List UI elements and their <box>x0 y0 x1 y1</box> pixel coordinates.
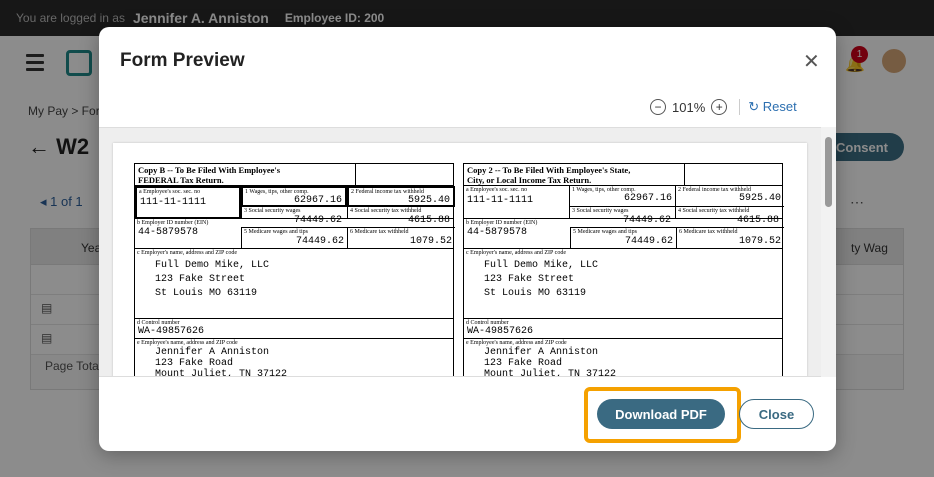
ein-value: 44-5879578 <box>138 227 199 238</box>
box1-value: 62967.16 <box>623 193 672 204</box>
box4-value: 4615.88 <box>736 215 779 226</box>
zoom-level: 101% <box>672 99 706 115</box>
box6-value: 1079.52 <box>409 236 452 247</box>
employee-line1: Jennifer A Anniston <box>484 347 599 358</box>
box5-cell: 5 Medicare wages and tips 74449.62 <box>570 227 676 249</box>
employer-lines: Full Demo Mike, LLC 123 Fake Street St L… <box>484 259 598 301</box>
box2-value: 5925.40 <box>738 193 781 204</box>
form-preview-dialog: Form Preview ✕ − 101% + ↻ Reset Copy B -… <box>99 27 836 451</box>
box6-cell: 6 Medicare tax withheld 1079.52 <box>676 227 784 249</box>
box4-label: 4 Social security tax withheld <box>350 208 422 214</box>
employer-label: c Employer's name, address and ZIP code <box>466 250 566 256</box>
copy-2-title: Copy 2 -- To Be Filed With Employee's St… <box>464 164 782 186</box>
ein-label: b Employer ID number (EIN) <box>466 220 538 226</box>
ssn-label: a Employee's soc. sec. no <box>466 187 528 193</box>
employer-line2: 123 Fake Street <box>484 274 575 285</box>
box6-cell: 6 Medicare tax withheld 1079.52 <box>347 227 455 249</box>
employee-lines: Jennifer A Anniston 123 Fake Road Mount … <box>155 347 288 377</box>
employee-address: e Employee's name, address and ZIP code … <box>135 339 453 377</box>
ein-value: 44-5879578 <box>467 227 528 238</box>
ssn-value: 111-11-1111 <box>140 197 207 208</box>
box1-value: 62967.16 <box>293 195 342 206</box>
zoom-out-icon[interactable]: − <box>650 99 666 115</box>
control-number: d Control number WA-49857626 <box>464 319 782 339</box>
employer-lines: Full Demo Mike, LLC 123 Fake Street St L… <box>155 259 269 301</box>
employee-line2: 123 Fake Road <box>484 358 563 369</box>
employee-label: e Employee's name, address and ZIP code <box>137 340 238 346</box>
reset-button[interactable]: ↻ Reset <box>739 99 797 115</box>
dialog-title: Form Preview <box>120 50 245 71</box>
box4-label: 4 Social security tax withheld <box>678 208 750 214</box>
ein-cell: b Employer ID number (EIN) 44-5879578 <box>135 219 241 249</box>
employer-address: c Employer's name, address and ZIP code … <box>135 249 453 319</box>
employer-label: c Employer's name, address and ZIP code <box>137 250 237 256</box>
row-ein-medicare: b Employer ID number (EIN) 44-5879578 74… <box>135 215 455 249</box>
employer-line2: 123 Fake Street <box>155 274 246 285</box>
scroll-thumb[interactable] <box>825 137 832 207</box>
box2-cell: 2 Federal income tax withheld 5925.40 <box>676 186 784 207</box>
box6-label: 6 Medicare tax withheld <box>350 229 409 235</box>
close-button[interactable]: Close <box>739 399 814 429</box>
employee-label: e Employee's name, address and ZIP code <box>466 340 567 346</box>
download-pdf-button[interactable]: Download PDF <box>597 399 725 429</box>
close-icon[interactable]: ✕ <box>803 49 820 74</box>
box6-value: 1079.52 <box>738 236 781 247</box>
control-value: WA-49857626 <box>138 326 205 337</box>
employee-line3: Mount Juliet, TN 37122 <box>484 369 617 377</box>
zoom-controls: − 101% + ↻ Reset <box>644 97 797 117</box>
void-box <box>684 164 782 185</box>
box3-value: 74449.62 <box>622 215 671 226</box>
ein-cell: b Employer ID number (EIN) 44-5879578 <box>464 219 570 249</box>
box2-cell: 2 Federal income tax withheld 5925.40 <box>347 186 455 207</box>
void-box <box>355 164 453 185</box>
employer-line3: St Louis MO 63119 <box>155 288 258 299</box>
reset-label: Reset <box>762 99 797 114</box>
viewer-scrollbar[interactable] <box>821 127 836 377</box>
employee-lines: Jennifer A Anniston 123 Fake Road Mount … <box>484 347 617 377</box>
ssn-cell: a Employee's soc. sec. no 111-11-1111 <box>464 186 570 219</box>
ssn-cell: a Employee's soc. sec. no 111-11-1111 <box>135 186 241 219</box>
box6-label: 6 Medicare tax withheld <box>679 229 738 235</box>
ein-label: b Employer ID number (EIN) <box>137 220 209 226</box>
box2-value: 5925.40 <box>407 195 450 206</box>
employer-address: c Employer's name, address and ZIP code … <box>464 249 782 319</box>
box3-value: 74449.62 <box>293 215 342 226</box>
box4-value: 4615.88 <box>407 215 450 226</box>
box3-label: 3 Social security wages <box>572 208 629 214</box>
copy-b-title: Copy B -- To Be Filed With Employee's FE… <box>135 164 453 186</box>
w2-page: Copy B -- To Be Filed With Employee's FE… <box>113 143 807 377</box>
box1-cell: 1 Wages, tips, other comp. 62967.16 <box>241 186 347 207</box>
employer-line1: Full Demo Mike, LLC <box>484 260 599 271</box>
copy-2: Copy 2 -- To Be Filed With Employee's St… <box>463 163 784 377</box>
document-viewer[interactable]: Copy B -- To Be Filed With Employee's FE… <box>99 127 836 377</box>
employee-line1: Jennifer A Anniston <box>155 347 270 358</box>
copy-b: Copy B -- To Be Filed With Employee's FE… <box>134 163 455 377</box>
row-ein-medicare: b Employer ID number (EIN) 44-5879578 74… <box>464 215 784 249</box>
employer-line1: Full Demo Mike, LLC <box>155 260 270 271</box>
box5-cell: 5 Medicare wages and tips 74449.62 <box>241 227 347 249</box>
ssn-label: a Employee's soc. sec. no <box>139 189 201 195</box>
employee-line2: 123 Fake Road <box>155 358 234 369</box>
control-number: d Control number WA-49857626 <box>135 319 453 339</box>
control-value: WA-49857626 <box>467 326 534 337</box>
zoom-in-icon[interactable]: + <box>711 99 728 115</box>
box5-label: 5 Medicare wages and tips <box>244 229 308 235</box>
employee-address: e Employee's name, address and ZIP code … <box>464 339 782 377</box>
ssn-value: 111-11-1111 <box>467 195 534 206</box>
employee-line3: Mount Juliet, TN 37122 <box>155 369 288 377</box>
box5-value: 74449.62 <box>295 236 344 247</box>
employer-line3: St Louis MO 63119 <box>484 288 587 299</box>
box5-value: 74449.62 <box>624 236 673 247</box>
box1-cell: 1 Wages, tips, other comp. 62967.16 <box>570 186 676 207</box>
box3-label: 3 Social security wages <box>244 208 301 214</box>
box5-label: 5 Medicare wages and tips <box>573 229 637 235</box>
